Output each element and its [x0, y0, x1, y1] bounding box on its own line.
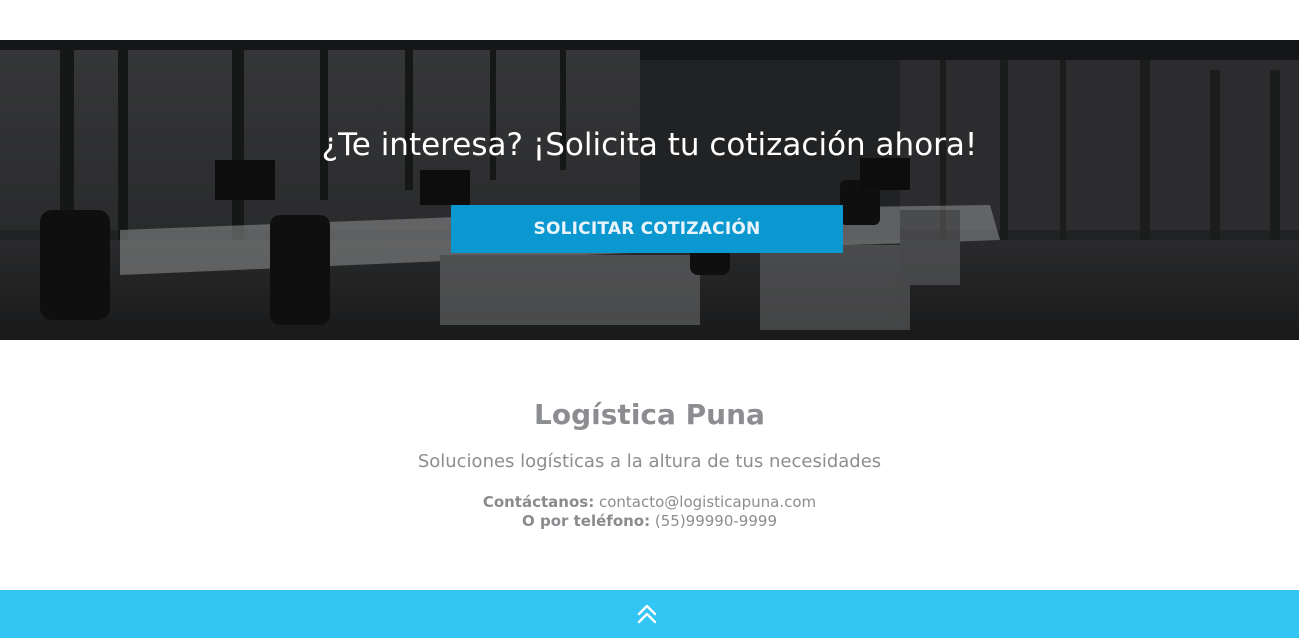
double-chevron-up-icon[interactable]: [636, 602, 658, 626]
quote-cta-section: ¿Te interesa? ¡Solicita tu cotización ah…: [0, 40, 1299, 340]
cta-heading: ¿Te interesa? ¡Solicita tu cotización ah…: [321, 127, 978, 163]
bottom-bar: [0, 590, 1299, 638]
brand-tagline: Soluciones logísticas a la altura de tus…: [417, 451, 882, 472]
contact-email-value: contacto@logisticapuna.com: [598, 493, 817, 511]
page: ¿Te interesa? ¡Solicita tu cotización ah…: [0, 0, 1299, 638]
office-background-image: [0, 40, 1299, 340]
contact-email-label: Contáctanos:: [482, 493, 595, 511]
brand-name: Logística Puna: [534, 398, 765, 431]
contact-phone-line: O por teléfono: (55)99990-9999: [0, 512, 1299, 530]
contact-phone-value: (55)99990-9999: [654, 512, 777, 530]
contact-phone-label: O por teléfono:: [522, 512, 651, 530]
request-quote-button[interactable]: SOLICITAR COTIZACIÓN: [451, 205, 843, 253]
contact-email-line: Contáctanos: contacto@logisticapuna.com: [0, 493, 1299, 511]
